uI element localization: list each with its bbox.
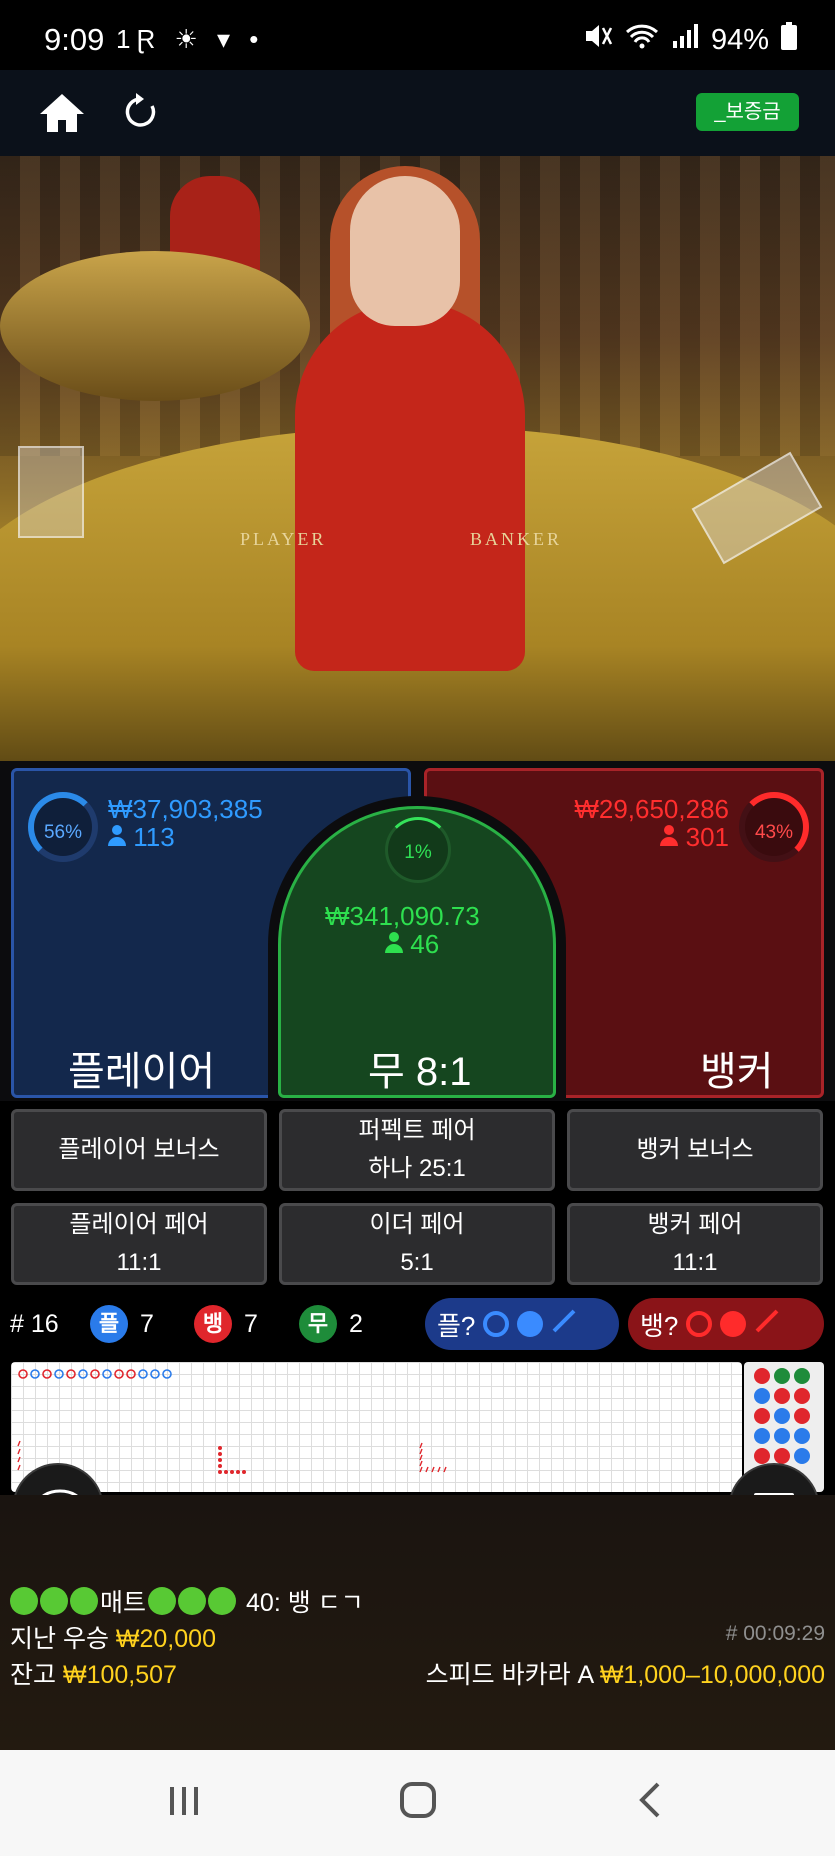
table-player-label: PLAYER bbox=[240, 529, 327, 549]
android-nav-bar bbox=[0, 1750, 835, 1856]
road-marks bbox=[17, 1369, 447, 1474]
player-label: 플레이어 bbox=[68, 1050, 216, 1094]
stats-row: # 16 플 7 뱅 7 무 2 플? 뱅? bbox=[0, 1295, 835, 1353]
bet-panel: 56% ₩37,903,385 113 43% ₩29,650,286 301 … bbox=[0, 761, 835, 1101]
round-number: # 16 bbox=[10, 1310, 59, 1338]
ring-icon bbox=[483, 1311, 510, 1337]
signal-icon bbox=[671, 23, 699, 57]
player-predict-button[interactable]: 플? bbox=[425, 1298, 619, 1350]
tie-percent-ring: 1% bbox=[385, 817, 451, 883]
wifi-icon bbox=[625, 22, 659, 58]
player-total-amount: ₩37,903,385 bbox=[108, 794, 263, 824]
green-emoji-icon bbox=[10, 1587, 38, 1615]
green-emoji-icon bbox=[208, 1587, 237, 1615]
card-holder bbox=[18, 446, 84, 538]
banker-pair-button[interactable]: 뱅커 페어 11:1 bbox=[567, 1203, 823, 1285]
banker-predict-button[interactable]: 뱅? bbox=[628, 1298, 824, 1350]
banker-wins-badge: 뱅 bbox=[194, 1305, 232, 1343]
big-road-scoreboard[interactable] bbox=[11, 1362, 742, 1492]
banker-label: 뱅커 bbox=[700, 1050, 774, 1094]
green-emoji-icon bbox=[40, 1587, 68, 1615]
dot-icon bbox=[720, 1311, 747, 1337]
notification-icons: 1Ɽ ☀ ▾ • bbox=[116, 24, 265, 54]
player-pair-button[interactable]: 플레이어 페어 11:1 bbox=[11, 1203, 267, 1285]
player-wins-badge: 플 bbox=[90, 1305, 128, 1343]
recent-apps-icon[interactable] bbox=[166, 1780, 202, 1830]
home-nav-icon[interactable] bbox=[398, 1780, 438, 1831]
mute-icon bbox=[583, 22, 613, 58]
banker-bettor-count: 301 bbox=[660, 822, 729, 853]
status-bar: 9:09 1Ɽ ☀ ▾ • 94% bbox=[0, 0, 835, 70]
deposit-button[interactable]: _보증금 bbox=[696, 93, 799, 131]
app-header: _보증금 bbox=[0, 70, 835, 156]
live-video-stream: PLAYER BANKER bbox=[0, 156, 835, 761]
person-icon bbox=[660, 822, 685, 852]
green-emoji-icon bbox=[148, 1587, 177, 1615]
refresh-icon[interactable] bbox=[122, 92, 160, 137]
tie-count: 2 bbox=[349, 1310, 363, 1338]
player-bettor-count: 113 bbox=[108, 822, 175, 853]
dealer-face bbox=[350, 176, 460, 326]
banker-bonus-button[interactable]: 뱅커 보너스 bbox=[567, 1109, 823, 1191]
last-win: 지난 우승 ₩20,000 bbox=[10, 1625, 216, 1653]
system-icons: 94% bbox=[583, 22, 797, 58]
battery-percent: 94% bbox=[710, 23, 769, 56]
either-pair-button[interactable]: 이더 페어 5:1 bbox=[279, 1203, 555, 1285]
clock: 9:09 bbox=[44, 22, 105, 57]
player-wins-count: 7 bbox=[140, 1310, 154, 1338]
banker-total-amount: ₩29,650,286 bbox=[574, 794, 729, 824]
ring-icon bbox=[686, 1311, 713, 1337]
slash-icon bbox=[551, 1308, 577, 1341]
perfect-pair-button[interactable]: 퍼펙트 페어 하나 25:1 bbox=[279, 1109, 555, 1191]
player-bonus-button[interactable]: 플레이어 보너스 bbox=[11, 1109, 267, 1191]
dealer bbox=[295, 301, 525, 671]
tie-total-amount: ₩341,090.73 bbox=[325, 901, 480, 931]
person-icon bbox=[385, 929, 410, 959]
round-id: # 00:09:29 bbox=[725, 1622, 825, 1645]
banker-wins-count: 7 bbox=[244, 1310, 258, 1338]
home-icon[interactable] bbox=[38, 92, 86, 139]
green-emoji-icon bbox=[178, 1587, 207, 1615]
table-banker-label: BANKER bbox=[470, 529, 563, 549]
player-percent-ring: 56% bbox=[28, 792, 98, 862]
background-table bbox=[0, 251, 310, 401]
tie-label: 무 8:1 bbox=[368, 1050, 472, 1094]
banker-percent-ring: 43% bbox=[739, 792, 809, 862]
balance: 잔고 ₩100,507 bbox=[10, 1661, 177, 1689]
dot-icon bbox=[517, 1311, 544, 1337]
table-limits: 스피드 바카라 A ₩1,000–10,000,000 bbox=[425, 1661, 825, 1689]
green-emoji-icon bbox=[70, 1587, 98, 1615]
info-panel: 매트 40: 뱅 ㄷㄱ 지난 우승 ₩20,000 # 00:09:29 잔고 … bbox=[0, 1495, 835, 1750]
tie-count-badge: 무 bbox=[299, 1305, 337, 1343]
tie-bettor-count: 46 bbox=[385, 929, 439, 960]
back-icon[interactable] bbox=[636, 1780, 664, 1831]
slash-icon bbox=[754, 1308, 780, 1341]
chat-message: 매트 40: 뱅 ㄷㄱ bbox=[10, 1583, 364, 1619]
person-icon bbox=[108, 822, 133, 852]
battery-icon bbox=[781, 22, 797, 58]
